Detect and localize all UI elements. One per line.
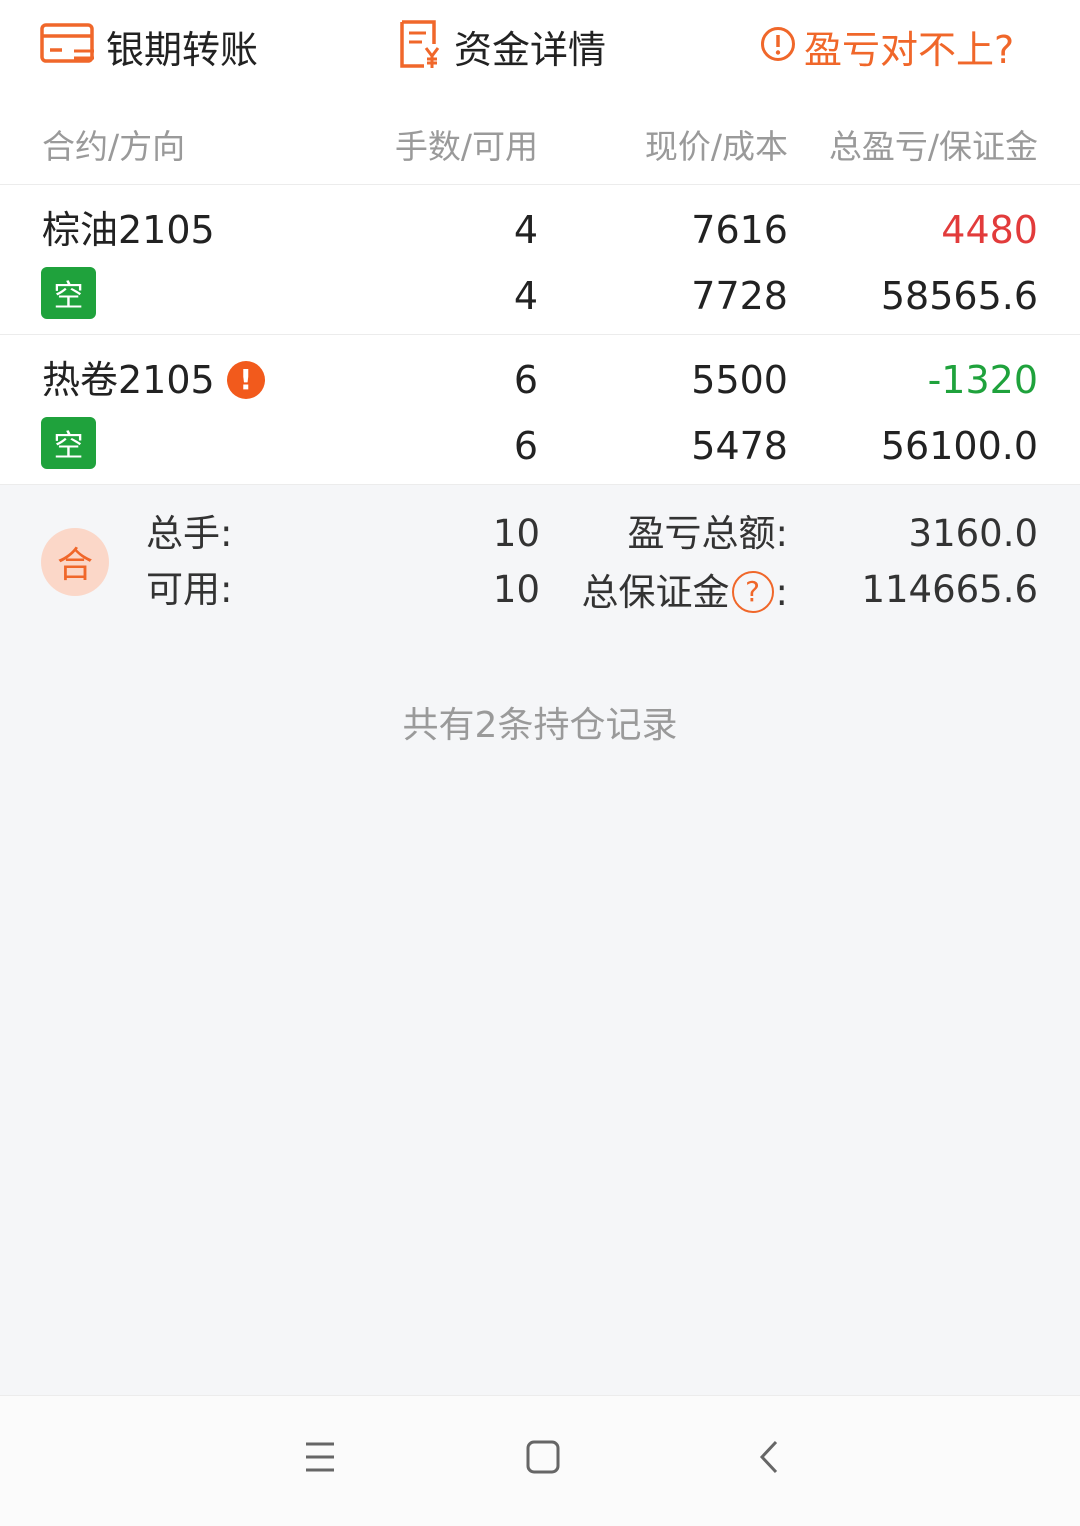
header-price: 现价/成本 [644,127,788,166]
alert-circle-icon [760,26,796,66]
current-price: 7616 [691,208,788,252]
total-lots-label: 总手: [146,512,233,555]
pnl-mismatch-link[interactable]: 盈亏对不上? [760,18,1014,74]
total-pnl-label: 盈亏总额: [627,512,788,555]
lots-value: 4 [513,208,538,252]
record-count-text: 共有2条持仓记录 [402,705,678,746]
direction-badge: 空 [41,417,96,469]
total-margin-value: 114665.6 [861,568,1038,611]
total-margin-label: 总保证金 ? : [582,571,788,613]
pnl-value: -1320 [927,358,1038,402]
menu-icon[interactable] [304,1436,336,1484]
back-chevron-icon[interactable] [756,1436,784,1484]
document-yen-icon [398,18,444,74]
action-bar: 银期转账 资金详情 盈亏对不上? [0,0,1080,92]
total-badge: 合 [41,528,109,596]
position-row[interactable]: 棕油2105 空 4 7616 4480 4 7728 58565.6 [0,185,1080,335]
contract-name-text: 热卷2105 [42,358,215,402]
system-nav-bar [0,1395,1080,1526]
available-value: 4 [513,274,538,318]
margin-value: 58565.6 [880,274,1038,318]
header-lots: 手数/可用 [394,127,538,166]
card-transfer-icon [40,21,96,71]
total-margin-label-text: 总保证金 [581,570,730,614]
pnl-mismatch-label: 盈亏对不上? [804,27,1015,72]
help-icon[interactable]: ? [731,571,774,613]
fund-details-button[interactable]: 资金详情 [398,18,606,74]
total-pnl-value: 3160.0 [908,512,1038,555]
table-header: 合约/方向 手数/可用 现价/成本 总盈亏/保证金 [0,92,1080,185]
top-section: 银期转账 资金详情 盈亏对不上? 合约/方向 手数/可用 现价/成本 总盈亏/保… [0,0,1080,485]
direction-badge: 空 [41,267,96,319]
contract-name-text: 棕油2105 [42,208,215,252]
header-contract: 合约/方向 [42,127,186,166]
position-row[interactable]: 热卷2105 ! 空 6 5500 -1320 6 5478 56100.0 [0,335,1080,485]
available-value: 6 [513,424,538,468]
home-square-icon[interactable] [525,1436,561,1484]
lots-value: 6 [513,358,538,402]
current-price: 5500 [691,358,788,402]
cost-price: 7728 [691,274,788,318]
cost-price: 5478 [691,424,788,468]
total-lots-value: 10 [492,512,540,555]
bank-futures-transfer-button[interactable]: 银期转账 [40,18,258,74]
available-label: 可用: [146,568,233,611]
total-margin-colon: : [775,570,788,614]
pnl-value: 4480 [941,208,1038,252]
contract-name: 棕油2105 [42,211,215,249]
contract-name: 热卷2105 ! [42,361,265,399]
fund-details-label: 资金详情 [454,27,607,72]
header-pnl: 总盈亏/保证金 [828,127,1038,166]
bank-futures-transfer-label: 银期转账 [106,27,259,72]
summary-panel: 合 总手: 可用: 10 10 盈亏总额: 总保证金 ? : 3160.0 11… [0,485,1080,635]
warning-icon[interactable]: ! [226,361,265,399]
available-total-value: 10 [492,568,540,611]
margin-value: 56100.0 [880,424,1038,468]
